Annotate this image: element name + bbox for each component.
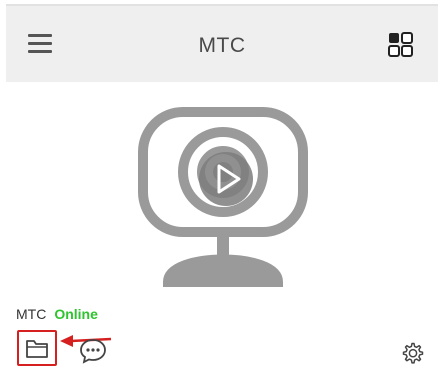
- device-name: MTC: [16, 306, 47, 322]
- settings-button[interactable]: [400, 340, 426, 366]
- device-status: MTC Online: [16, 306, 98, 322]
- app-window: MTC MTC Online: [6, 4, 438, 370]
- app-header: MTC: [6, 4, 438, 82]
- chat-bubble-icon: [80, 339, 106, 364]
- online-status-badge: Online: [54, 306, 98, 322]
- gear-icon: [402, 342, 424, 364]
- folder-icon: [26, 340, 48, 358]
- play-icon[interactable]: [197, 150, 255, 208]
- grid-view-icon: [388, 32, 413, 57]
- video-preview[interactable]: [6, 82, 438, 302]
- chat-button[interactable]: [78, 336, 108, 366]
- files-button[interactable]: [17, 330, 57, 366]
- grid-view-button[interactable]: [386, 30, 416, 60]
- page-title: MTC: [198, 34, 246, 57]
